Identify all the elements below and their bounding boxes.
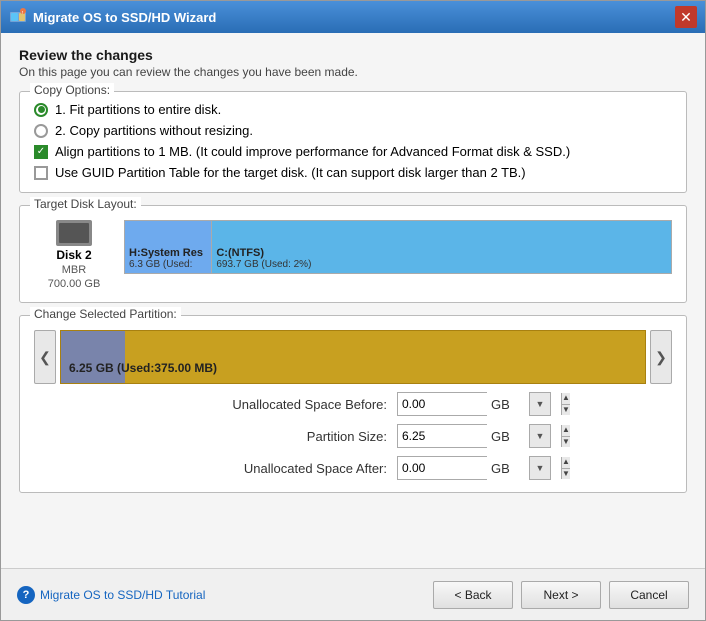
partition-size-down[interactable]: ▼ xyxy=(562,437,570,448)
partition-ntfs[interactable]: C:(NTFS) 693.7 GB (Used: 2%) xyxy=(212,221,671,273)
next-button-label: Next > xyxy=(543,588,578,602)
partition-system-reserved[interactable]: H:System Res 6.3 GB (Used: xyxy=(125,221,212,273)
change-partition-section: Change Selected Partition: ❮ 6.25 GB (Us… xyxy=(19,315,687,493)
disk-info: Disk 2 MBR 700.00 GB xyxy=(34,220,114,290)
footer: ? Migrate OS to SSD/HD Tutorial < Back N… xyxy=(1,568,705,620)
arrow-right-icon: ❯ xyxy=(655,349,667,366)
dropdown-icon-3: ▼ xyxy=(536,463,545,473)
disk-name: Disk 2 xyxy=(56,248,91,262)
partition-display: 6.25 GB (Used:375.00 MB) xyxy=(60,330,646,384)
option3-checkbox[interactable] xyxy=(34,145,48,159)
close-button[interactable]: ✕ xyxy=(675,6,697,28)
unallocated-after-input-wrap: ▲ ▼ xyxy=(397,456,487,480)
disk-size: 700.00 GB xyxy=(48,278,101,290)
unallocated-before-input-wrap: ▲ ▼ xyxy=(397,392,487,416)
partition-editor: ❮ 6.25 GB (Used:375.00 MB) ❯ Unallocated… xyxy=(34,330,672,480)
unit-dropdown-3[interactable]: ▼ xyxy=(529,456,551,480)
option4-checkbox[interactable] xyxy=(34,166,48,180)
unallocated-after-down[interactable]: ▼ xyxy=(562,469,570,480)
copy-options-label: Copy Options: xyxy=(30,83,114,97)
unit-dropdown-2[interactable]: ▼ xyxy=(529,424,551,448)
option3-label: Align partitions to 1 MB. (It could impr… xyxy=(55,144,570,159)
option1-row: 1. Fit partitions to entire disk. xyxy=(34,102,672,117)
option1-radio[interactable] xyxy=(34,103,48,117)
window-title: Migrate OS to SSD/HD Wizard xyxy=(33,10,675,25)
option4-row: Use GUID Partition Table for the target … xyxy=(34,165,672,180)
dropdown-icon-1: ▼ xyxy=(536,399,545,409)
option2-row: 2. Copy partitions without resizing. xyxy=(34,123,672,138)
tutorial-link[interactable]: ? Migrate OS to SSD/HD Tutorial xyxy=(17,586,205,604)
unit-dropdown-1[interactable]: ▼ xyxy=(529,392,551,416)
unallocated-before-down[interactable]: ▼ xyxy=(562,405,570,416)
help-icon: ? xyxy=(17,586,35,604)
copy-options-section: Copy Options: 1. Fit partitions to entir… xyxy=(19,91,687,193)
unallocated-after-spinner: ▲ ▼ xyxy=(561,457,570,479)
footer-buttons: < Back Next > Cancel xyxy=(433,581,689,609)
back-button[interactable]: < Back xyxy=(433,581,513,609)
prev-arrow-button[interactable]: ❮ xyxy=(34,330,56,384)
partition-size-up[interactable]: ▲ xyxy=(562,425,570,437)
content-area: Review the changes On this page you can … xyxy=(1,33,705,568)
unallocated-before-label: Unallocated Space Before: xyxy=(197,397,397,412)
partition-size-label: 6.25 GB (Used:375.00 MB) xyxy=(69,361,217,375)
page-subtitle: On this page you can review the changes … xyxy=(19,65,687,79)
partition1-detail: 6.3 GB (Used: xyxy=(129,259,207,270)
page-title: Review the changes xyxy=(19,47,687,63)
title-bar: ! Migrate OS to SSD/HD Wizard ✕ xyxy=(1,1,705,33)
partition-bar: H:System Res 6.3 GB (Used: C:(NTFS) 693.… xyxy=(124,220,672,274)
back-button-label: < Back xyxy=(454,588,491,602)
dropdown-icon-2: ▼ xyxy=(536,431,545,441)
unit-gb-3: GB xyxy=(487,461,527,476)
change-partition-label: Change Selected Partition: xyxy=(30,307,181,321)
partition-size-input-wrap: ▲ ▼ xyxy=(397,424,487,448)
arrow-left-icon: ❮ xyxy=(39,349,51,366)
next-arrow-button[interactable]: ❯ xyxy=(650,330,672,384)
option3-row: Align partitions to 1 MB. (It could impr… xyxy=(34,144,672,159)
partition-fields: Unallocated Space Before: ▲ ▼ GB ▼ Parti… xyxy=(157,392,549,480)
unit-gb-1: GB xyxy=(487,397,527,412)
unallocated-after-label: Unallocated Space After: xyxy=(197,461,397,476)
disk-layout: Disk 2 MBR 700.00 GB H:System Res 6.3 GB… xyxy=(34,220,672,290)
option2-label: 2. Copy partitions without resizing. xyxy=(55,123,253,138)
target-disk-label: Target Disk Layout: xyxy=(30,197,141,211)
option2-radio[interactable] xyxy=(34,124,48,138)
tutorial-link-text: Migrate OS to SSD/HD Tutorial xyxy=(40,588,205,602)
option1-label: 1. Fit partitions to entire disk. xyxy=(55,102,221,117)
unallocated-after-up[interactable]: ▲ xyxy=(562,457,570,469)
partition-size-field-label: Partition Size: xyxy=(197,429,397,444)
partition-size-spinner: ▲ ▼ xyxy=(561,425,570,447)
partition-visual-row: ❮ 6.25 GB (Used:375.00 MB) ❯ xyxy=(34,330,672,384)
unallocated-before-spinner: ▲ ▼ xyxy=(561,393,570,415)
cancel-button-label: Cancel xyxy=(630,588,667,602)
partition1-label: H:System Res xyxy=(129,247,207,259)
partition2-detail: 693.7 GB (Used: 2%) xyxy=(216,259,667,270)
main-window: ! Migrate OS to SSD/HD Wizard ✕ Review t… xyxy=(0,0,706,621)
target-disk-section: Target Disk Layout: Disk 2 MBR 700.00 GB… xyxy=(19,205,687,303)
option4-label: Use GUID Partition Table for the target … xyxy=(55,165,526,180)
cancel-button[interactable]: Cancel xyxy=(609,581,689,609)
next-button[interactable]: Next > xyxy=(521,581,601,609)
svg-text:!: ! xyxy=(22,10,23,15)
disk-icon xyxy=(56,220,92,246)
app-icon: ! xyxy=(9,8,27,26)
partition2-label: C:(NTFS) xyxy=(216,247,667,259)
page-heading: Review the changes On this page you can … xyxy=(19,47,687,79)
disk-type: MBR xyxy=(62,264,86,276)
unit-gb-2: GB xyxy=(487,429,527,444)
partition-fill-bar xyxy=(61,331,125,383)
unallocated-before-up[interactable]: ▲ xyxy=(562,393,570,405)
